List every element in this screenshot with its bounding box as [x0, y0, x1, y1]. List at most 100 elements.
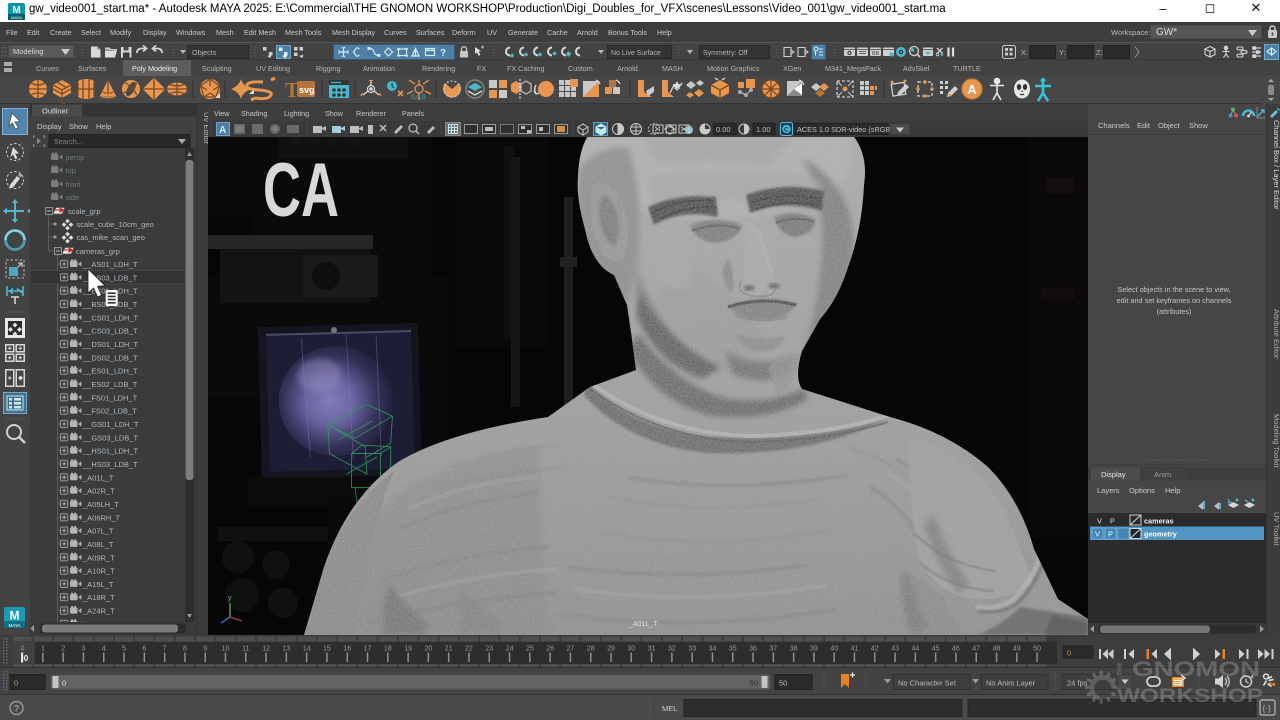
svg-text:Symmetry: Off: Symmetry: Off — [703, 50, 748, 57]
svg-text:Objects: Objects — [192, 48, 217, 57]
svg-text:_A09R_T: _A09R_T — [82, 553, 115, 562]
svg-text:__GS01_LDH_T: __GS01_LDH_T — [82, 420, 139, 429]
svg-text:y: y — [228, 595, 232, 602]
svg-text:33: 33 — [688, 646, 696, 653]
svg-text:31: 31 — [648, 646, 656, 653]
svg-text:Display: Display — [37, 122, 62, 131]
svg-text:No Anim Layer: No Anim Layer — [986, 679, 1036, 688]
svg-text:_A01L_T: _A01L_T — [628, 621, 658, 628]
svg-text:scale_cube_10cm_geo: scale_cube_10cm_geo — [77, 220, 154, 229]
svg-text:32: 32 — [668, 646, 676, 653]
svg-text:38: 38 — [790, 646, 798, 653]
svg-text:Help: Help — [96, 122, 111, 131]
svg-text:0: 0 — [62, 679, 66, 688]
svg-text:svg: svg — [299, 85, 315, 95]
svg-text:V: V — [1097, 517, 1102, 526]
svg-text:5: 5 — [122, 646, 126, 653]
svg-text:__FS02_LDB_T: __FS02_LDB_T — [82, 407, 137, 416]
svg-text:top: top — [66, 166, 76, 175]
svg-text:45: 45 — [932, 646, 940, 653]
svg-text:Show: Show — [1189, 121, 1208, 130]
svg-text:30: 30 — [627, 646, 635, 653]
svg-text:MEL: MEL — [662, 704, 677, 713]
svg-text:Show: Show — [69, 122, 88, 131]
svg-text:26: 26 — [546, 646, 554, 653]
svg-text:0.00: 0.00 — [716, 125, 731, 134]
svg-text:25: 25 — [526, 646, 534, 653]
svg-text:Edit: Edit — [1137, 121, 1151, 130]
svg-text:_A07L_T: _A07L_T — [82, 527, 114, 536]
svg-text:24 fps: 24 fps — [1067, 679, 1088, 688]
svg-text:40: 40 — [830, 646, 838, 653]
svg-text:1.00: 1.00 — [756, 125, 771, 134]
svg-text:Outliner: Outliner — [42, 107, 69, 116]
svg-text:X:: X: — [1021, 48, 1028, 57]
svg-text:No Character Set: No Character Set — [898, 679, 957, 688]
svg-text:11: 11 — [242, 646, 249, 653]
svg-text:geometry: geometry — [1144, 530, 1178, 539]
svg-text:__ES01_LDH_T: __ES01_LDH_T — [82, 367, 138, 376]
svg-text:29: 29 — [607, 646, 615, 653]
svg-text:Layers: Layers — [1097, 486, 1120, 495]
svg-text:21: 21 — [445, 646, 453, 653]
svg-text:__CS03_LDB_T: __CS03_LDB_T — [82, 327, 138, 336]
svg-text:(attributes): (attributes) — [1157, 307, 1192, 316]
svg-text:Y:: Y: — [1059, 48, 1066, 57]
svg-text:4: 4 — [102, 646, 106, 653]
svg-text:scale_grp: scale_grp — [68, 207, 101, 216]
svg-text:0: 0 — [1067, 649, 1071, 658]
svg-text:persp: persp — [66, 153, 85, 162]
svg-text:10: 10 — [222, 646, 230, 653]
svg-text:50: 50 — [1033, 646, 1041, 653]
svg-text:Select objects in the scene to: Select objects in the scene to view, — [1117, 285, 1230, 294]
svg-text:__CS01_LDH_T: __CS01_LDH_T — [82, 313, 138, 322]
svg-text:0,0,0: 0,0,0 — [411, 94, 426, 101]
svg-text:34: 34 — [709, 646, 717, 653]
svg-text:MAYA: MAYA — [11, 15, 22, 20]
svg-text:__FS01_LDH_T: __FS01_LDH_T — [82, 393, 138, 402]
svg-text:Display: Display — [1101, 470, 1126, 479]
svg-text:43: 43 — [891, 646, 899, 653]
svg-text:44: 44 — [912, 646, 920, 653]
svg-text:Search...: Search... — [54, 137, 83, 146]
svg-text:12: 12 — [262, 646, 270, 653]
svg-text:CA: CA — [263, 148, 339, 233]
svg-text:P: P — [1108, 530, 1113, 539]
svg-text:__HS03_LDB_T: __HS03_LDB_T — [82, 460, 138, 469]
svg-text:0: 0 — [24, 654, 29, 663]
svg-text:48: 48 — [993, 646, 1001, 653]
svg-text:__HS01_LDH_T: __HS01_LDH_T — [82, 447, 138, 456]
svg-text:8: 8 — [183, 646, 187, 653]
svg-text:3: 3 — [82, 646, 86, 653]
svg-text:7: 7 — [163, 646, 167, 653]
svg-text:0: 0 — [21, 646, 25, 653]
svg-text:M: M — [10, 609, 20, 623]
svg-text:36: 36 — [749, 646, 757, 653]
svg-text:A: A — [219, 125, 226, 136]
svg-text:__ES02_LDB_T: __ES02_LDB_T — [82, 380, 138, 389]
svg-text:A: A — [967, 82, 977, 97]
svg-text:T: T — [285, 78, 299, 102]
svg-text:22: 22 — [465, 646, 473, 653]
svg-text:16: 16 — [343, 646, 351, 653]
svg-text:Anim: Anim — [1154, 470, 1171, 479]
svg-text:?: ? — [14, 704, 19, 714]
svg-text:_A06RH_T: _A06RH_T — [82, 513, 121, 522]
svg-text:?: ? — [440, 48, 446, 59]
svg-text:_A10R_T: _A10R_T — [82, 567, 115, 576]
svg-text:_A08L_T: _A08L_T — [82, 540, 114, 549]
svg-text:49: 49 — [1013, 646, 1021, 653]
svg-text:_A15L_T: _A15L_T — [82, 580, 114, 589]
svg-text:side: side — [66, 193, 80, 202]
svg-text:Object: Object — [1158, 121, 1181, 130]
svg-text:edit and set keyframes on chan: edit and set keyframes on channels — [1117, 296, 1232, 305]
svg-text:35: 35 — [729, 646, 737, 653]
svg-text:P: P — [1110, 517, 1115, 526]
svg-text:18: 18 — [384, 646, 392, 653]
svg-text:14: 14 — [303, 646, 311, 653]
svg-text:Options: Options — [1129, 486, 1155, 495]
svg-text:39: 39 — [810, 646, 818, 653]
svg-text:47: 47 — [972, 646, 980, 653]
svg-text:__DS02_LDB_T: __DS02_LDB_T — [82, 353, 138, 362]
svg-text:_A02R_T: _A02R_T — [82, 487, 115, 496]
